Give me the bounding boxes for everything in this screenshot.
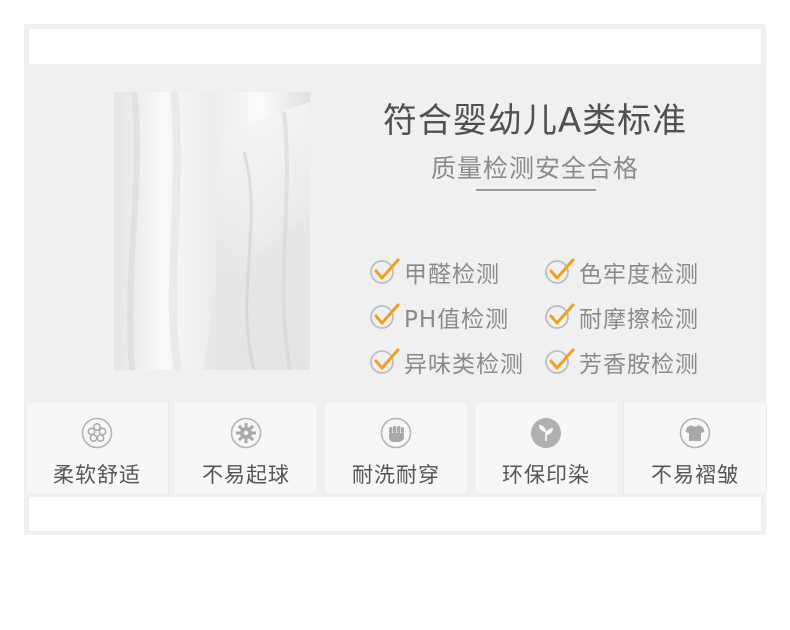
white-fabric-image bbox=[114, 92, 310, 370]
check-icon bbox=[370, 303, 400, 329]
subtitle-underline bbox=[476, 189, 596, 191]
feature-pilling: 不易起球 bbox=[174, 403, 318, 493]
check-icon bbox=[370, 258, 400, 284]
tshirt-icon bbox=[679, 417, 711, 449]
test-item: 耐摩擦检测 bbox=[543, 301, 699, 333]
check-icon bbox=[370, 348, 400, 374]
feature-wrinkle: 不易褶皱 bbox=[623, 403, 767, 493]
test-item: 异味类检测 bbox=[368, 346, 524, 378]
test-label: PH值检测 bbox=[404, 307, 510, 333]
check-icon bbox=[545, 258, 575, 284]
test-label: 芳香胺检测 bbox=[579, 352, 699, 378]
feature-label: 耐洗耐穿 bbox=[352, 463, 440, 487]
feature-soft: 柔软舒适 bbox=[25, 403, 169, 493]
cotton-flower-icon bbox=[81, 417, 113, 449]
check-icon bbox=[545, 303, 575, 329]
feature-durable: 耐洗耐穿 bbox=[324, 403, 468, 493]
test-label: 异味类检测 bbox=[404, 352, 524, 378]
check-icon bbox=[545, 348, 575, 374]
top-white-strip bbox=[29, 29, 761, 64]
feature-label: 不易褶皱 bbox=[651, 463, 739, 487]
subtitle: 质量检测安全合格 bbox=[430, 154, 639, 183]
bottom-white-strip bbox=[29, 497, 761, 531]
feature-label: 柔软舒适 bbox=[53, 463, 141, 487]
feature-eco: 环保印染 bbox=[474, 403, 618, 493]
main-title: 符合婴幼儿A类标准 bbox=[382, 101, 688, 141]
test-label: 色牢度检测 bbox=[579, 262, 699, 288]
feature-label: 环保印染 bbox=[502, 463, 590, 487]
test-item: 芳香胺检测 bbox=[543, 346, 699, 378]
test-label: 耐摩擦检测 bbox=[579, 307, 699, 333]
test-item: 甲醛检测 bbox=[368, 256, 500, 288]
test-label: 甲醛检测 bbox=[404, 262, 500, 288]
feature-label: 不易起球 bbox=[202, 463, 290, 487]
test-item: 色牢度检测 bbox=[543, 256, 699, 288]
fist-icon bbox=[380, 417, 412, 449]
gear-icon bbox=[230, 417, 262, 449]
test-item: PH值检测 bbox=[368, 301, 509, 333]
leaf-icon bbox=[531, 418, 561, 448]
